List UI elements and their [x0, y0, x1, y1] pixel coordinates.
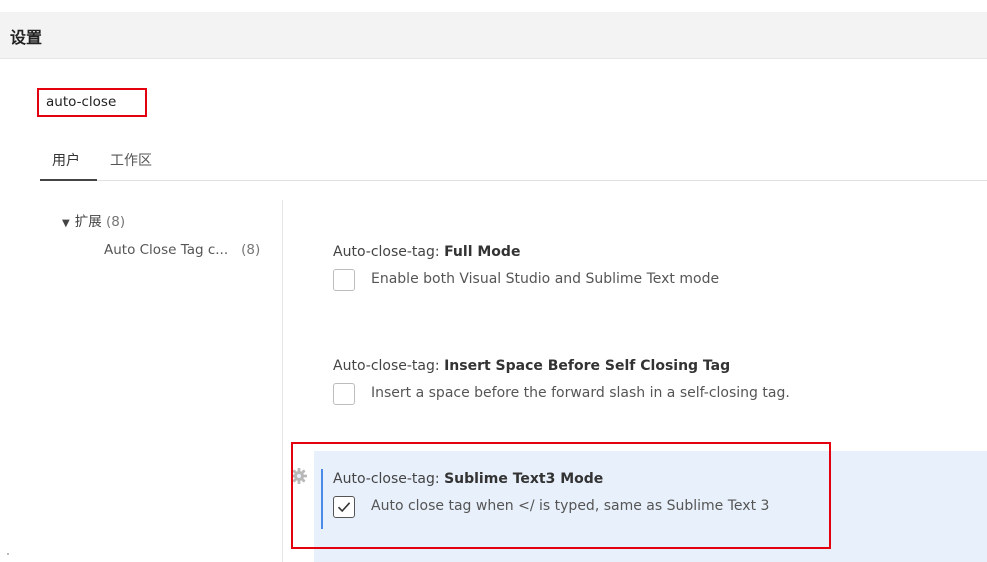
tree-group-label: 扩展 [74, 214, 102, 230]
setting-insert-space: Auto-close-tag: Insert Space Before Self… [333, 358, 790, 405]
setting-category: Auto-close-tag: [333, 244, 445, 260]
tree-item-auto-close-tag[interactable]: Auto Close Tag c... (8) [104, 242, 260, 258]
tree-item-count: (8) [241, 242, 261, 258]
setting-category: Auto-close-tag: [333, 358, 445, 374]
full-mode-checkbox[interactable] [333, 269, 355, 291]
settings-tree: ▼ 扩展 (8) Auto Close Tag c... (8) [0, 200, 282, 562]
chevron-down-icon: ▼ [62, 218, 70, 229]
tab-workspace[interactable]: 工作区 [110, 150, 152, 179]
setting-full-mode: Auto-close-tag: Full Mode Enable both Vi… [333, 244, 719, 291]
setting-name: Insert Space Before Self Closing Tag [444, 358, 731, 374]
tree-group-extensions[interactable]: ▼ 扩展 (8) [62, 210, 125, 230]
scope-tabs: 用户 工作区 [40, 150, 987, 181]
setting-description: Enable both Visual Studio and Sublime Te… [371, 271, 720, 287]
active-tab-indicator [40, 179, 97, 181]
settings-header: 设置 [0, 12, 987, 59]
scroll-marker [7, 553, 9, 555]
tab-user[interactable]: 用户 [52, 150, 80, 179]
setting-title: Auto-close-tag: Full Mode [333, 244, 520, 260]
search-input[interactable]: auto-close [37, 88, 147, 117]
tree-item-label: Auto Close Tag c... [104, 242, 229, 258]
tree-group-count: (8) [106, 214, 126, 230]
page-title: 设置 [10, 28, 43, 47]
setting-name: Full Mode [444, 244, 521, 260]
insert-space-checkbox[interactable] [333, 383, 355, 405]
setting-description: Insert a space before the forward slash … [371, 385, 790, 401]
setting-title: Auto-close-tag: Insert Space Before Self… [333, 358, 730, 374]
annotation-highlight-box [291, 442, 831, 549]
